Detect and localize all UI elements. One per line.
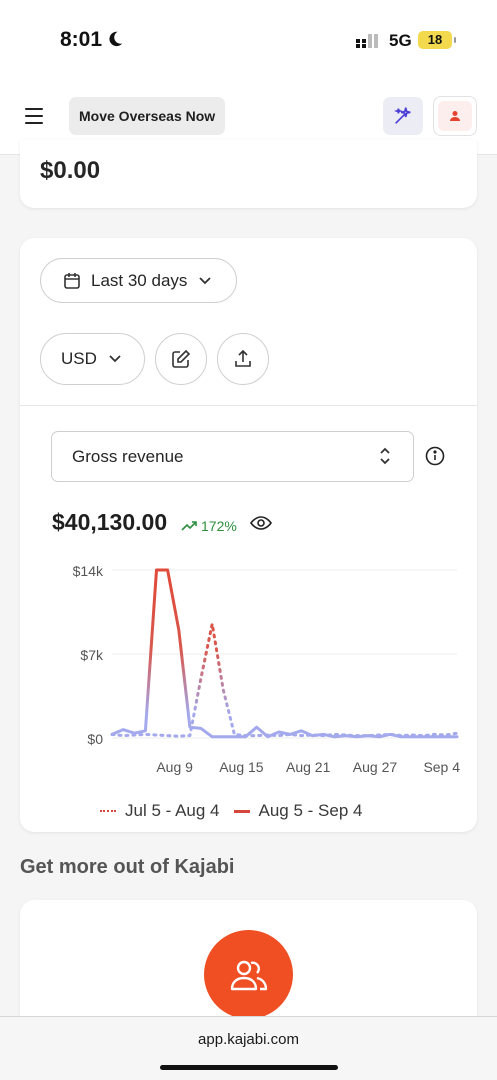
eye-icon[interactable]: [250, 515, 272, 531]
upload-icon: [235, 349, 251, 367]
info-icon[interactable]: [425, 446, 445, 466]
status-bar: 8:01 5G 18: [0, 0, 497, 80]
legend-swatch: [100, 810, 116, 812]
y-tick-label: $7k: [80, 647, 104, 663]
series-line-current: [110, 568, 459, 739]
export-button[interactable]: [217, 333, 269, 385]
chart-legend: Jul 5 - Aug 4 Aug 5 - Sep 4: [100, 801, 376, 821]
chevron-down-icon: [109, 355, 121, 363]
battery-indicator: 18: [418, 31, 456, 49]
user-avatar-button[interactable]: [433, 96, 477, 136]
chevron-down-icon: [199, 276, 212, 284]
site-switcher[interactable]: Move Overseas Now: [69, 97, 226, 135]
user-icon: [450, 111, 460, 121]
metric-selector[interactable]: Gross revenue: [51, 431, 414, 482]
summary-amount: $0.00: [40, 157, 101, 184]
community-icon: [230, 960, 267, 990]
currency-label: USD: [61, 349, 97, 368]
legend-label: Jul 5 - Aug 4: [125, 801, 220, 820]
url-text: app.kajabi.com: [198, 1031, 299, 1048]
divider: [20, 405, 477, 406]
x-tick-label: Sep 4: [423, 759, 460, 775]
section-title: Get more out of Kajabi: [20, 856, 235, 878]
ai-assistant-button[interactable]: [383, 97, 423, 135]
trend-value: 172%: [201, 518, 237, 534]
y-tick-label: $0: [87, 731, 103, 747]
home-indicator: [160, 1065, 338, 1070]
signal-icon: [356, 34, 378, 48]
trending-up-icon: [181, 521, 197, 531]
y-tick-label: $14k: [73, 563, 104, 579]
network-type: 5G: [389, 31, 412, 50]
legend-item-previous: Jul 5 - Aug 4: [100, 801, 220, 821]
chevron-updown-icon: [380, 447, 390, 465]
trend-badge: 172%: [181, 518, 237, 534]
calendar-icon: [64, 272, 80, 289]
x-tick-label: Aug 9: [156, 759, 193, 775]
series-line-previous: [110, 622, 459, 738]
revenue-chart: $14k $7k $0 Aug 9 Aug 15 Aug 21 Aug 27 Sep 4: [73, 563, 461, 775]
legend-label: Aug 5 - Sep 4: [258, 801, 363, 820]
legend-item-current: Aug 5 - Sep 4: [233, 801, 363, 821]
x-tick-label: Aug 27: [353, 759, 398, 775]
sparkle-icon: [393, 107, 411, 124]
moon-icon: [109, 31, 123, 47]
metric-label: Gross revenue: [72, 447, 184, 466]
summary-card: $0.00: [20, 140, 477, 208]
date-range-selector[interactable]: Last 30 days: [40, 258, 237, 303]
edit-button[interactable]: [155, 333, 207, 385]
status-time: 8:01: [60, 28, 103, 51]
browser-url-bar[interactable]: app.kajabi.com: [0, 1016, 497, 1080]
hamburger-menu-icon[interactable]: [25, 108, 43, 124]
community-button[interactable]: [204, 930, 293, 1019]
revenue-card: Last 30 days USD Gross revenue $40,130.0…: [20, 238, 477, 832]
revenue-total: $40,130.00: [52, 509, 168, 535]
legend-swatch: [233, 809, 250, 813]
currency-selector[interactable]: USD: [40, 333, 145, 385]
x-tick-label: Aug 15: [219, 759, 264, 775]
edit-icon: [172, 349, 191, 368]
x-tick-label: Aug 21: [286, 759, 331, 775]
date-range-label: Last 30 days: [91, 270, 188, 290]
